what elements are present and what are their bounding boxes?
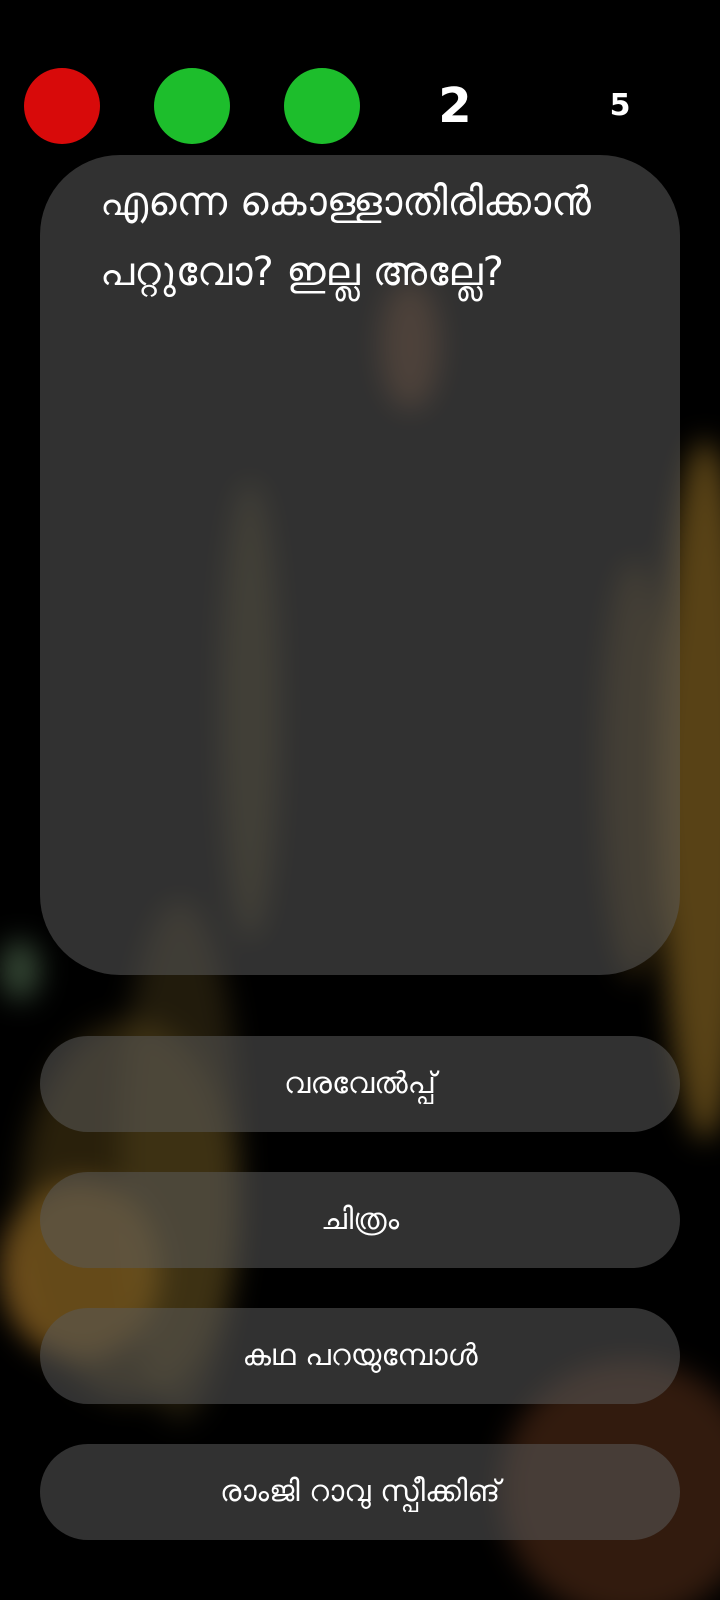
level-counter: 2: [438, 78, 472, 134]
answer-option-button[interactable]: രാംജി റാവു സ്പീക്കിങ്: [40, 1444, 680, 1540]
question-text: എന്നെ കൊള്ളാതിരിക്കാൻ പറ്റുവോ? ഇല്ല അല്ല…: [100, 179, 591, 295]
quiz-screen: 2 5 എന്നെ കൊള്ളാതിരിക്കാൻ പറ്റുവോ? ഇല്ല …: [0, 0, 720, 1600]
timer-counter: 5: [609, 88, 631, 123]
answer-option-button[interactable]: ചിത്രം: [40, 1172, 680, 1268]
answer-option-button[interactable]: വരവേൽപ്പ്: [40, 1036, 680, 1132]
question-card: എന്നെ കൊള്ളാതിരിക്കാൻ പറ്റുവോ? ഇല്ല അല്ല…: [40, 155, 680, 975]
life-indicator-lost: [24, 68, 100, 144]
status-bar: 2 5: [0, 68, 720, 144]
answer-option-button[interactable]: കഥ പറയുമ്പോൾ: [40, 1308, 680, 1404]
life-indicator: [154, 68, 230, 144]
life-indicator: [284, 68, 360, 144]
